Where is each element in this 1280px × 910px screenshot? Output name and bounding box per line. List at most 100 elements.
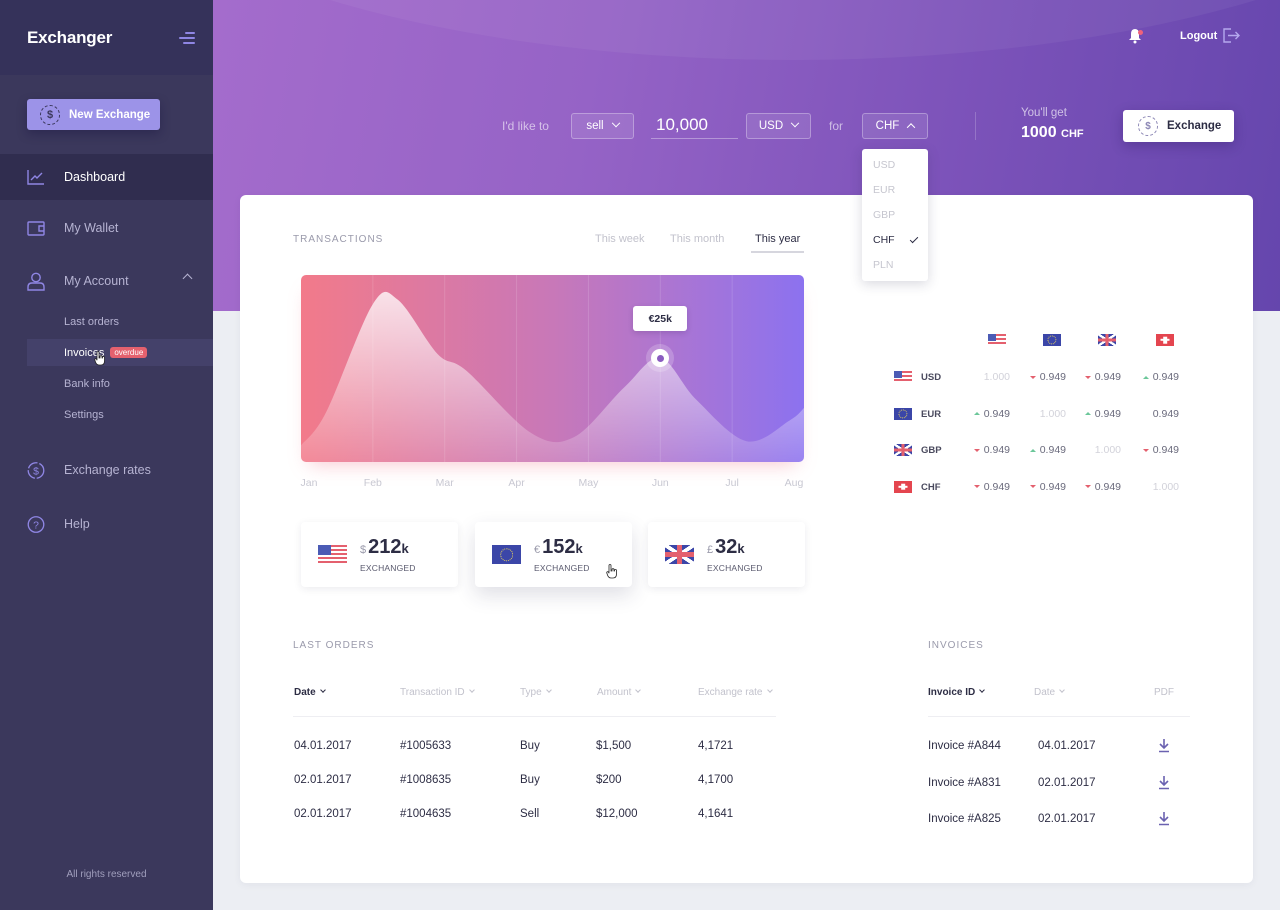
new-exchange-button[interactable]: $ New Exchange	[27, 99, 160, 130]
col-header-date[interactable]: Date	[294, 687, 326, 698]
sidebar-item-help[interactable]: ? Help	[0, 501, 213, 547]
chevron-up-icon	[907, 123, 916, 132]
invoices-title: INVOICES	[928, 640, 984, 651]
arrow-down-icon	[1029, 375, 1036, 379]
gb-flag-icon	[1098, 334, 1116, 346]
sidebar-item-dashboard[interactable]: Dashboard	[0, 154, 213, 200]
rate-cell: 0.949	[1119, 408, 1179, 420]
menu-toggle-icon[interactable]	[179, 31, 195, 45]
invoice-cell: 04.01.2017	[1038, 740, 1096, 752]
notification-bell-icon[interactable]	[1128, 28, 1143, 44]
tab-this-week[interactable]: This week	[595, 233, 645, 251]
arrow-up-icon	[1142, 375, 1149, 379]
order-cell: 04.01.2017	[294, 740, 352, 752]
transactions-title: TRANSACTIONS	[293, 234, 384, 245]
chart-line-icon	[27, 168, 45, 186]
sidebar-item-my-account[interactable]: My Account	[0, 258, 213, 304]
chevron-down-icon	[611, 118, 620, 128]
dropdown-option-usd[interactable]: USD	[862, 152, 928, 177]
x-axis-tick-label: May	[578, 477, 599, 489]
action-select[interactable]: sell	[571, 113, 634, 139]
download-pdf-icon[interactable]	[1158, 775, 1170, 789]
dropdown-option-eur[interactable]: EUR	[862, 177, 928, 202]
you-get-value: 1000 CHF	[1021, 124, 1084, 142]
rate-cell: 0.949	[1006, 371, 1066, 383]
hand-cursor-icon	[94, 351, 106, 369]
chevron-down-icon	[545, 687, 552, 693]
chevron-down-icon	[319, 687, 326, 693]
invoice-cell: Invoice #A825	[928, 813, 1001, 825]
help-circle-icon: ?	[27, 515, 45, 533]
x-axis-tick-label: Aug	[784, 477, 804, 489]
sidebar-item-label: Dashboard	[64, 170, 126, 184]
footer-copyright: All rights reserved	[66, 869, 147, 880]
gb-flag-icon	[665, 545, 694, 564]
to-currency-select[interactable]: CHF	[862, 113, 928, 139]
order-cell: #1008635	[400, 774, 452, 786]
us-flag-icon	[988, 334, 1006, 346]
order-cell: #1004635	[400, 808, 452, 820]
invoice-cell: 02.01.2017	[1038, 813, 1096, 825]
rate-cell: 0.949	[950, 481, 1010, 493]
chf-flag-icon	[894, 480, 912, 493]
logout-icon	[1223, 28, 1241, 43]
col-header-type[interactable]: Type	[520, 687, 552, 698]
stat-label: EXCHANGED	[534, 562, 590, 573]
download-pdf-icon[interactable]	[1158, 738, 1170, 753]
dropdown-option-chf[interactable]: CHF	[862, 227, 928, 252]
col-header-invoice-date[interactable]: Date	[1034, 687, 1065, 698]
x-axis-tick-label: Jan	[300, 477, 318, 489]
sidebar-subitem-last-orders[interactable]: Last orders	[27, 308, 213, 335]
arrow-up-icon	[1029, 448, 1036, 452]
tab-this-year[interactable]: This year	[751, 233, 805, 253]
order-cell: #1005633	[400, 740, 452, 752]
rate-cell: 1.000	[1061, 444, 1121, 456]
dropdown-option-pln[interactable]: PLN	[862, 252, 928, 277]
order-cell: Buy	[520, 740, 540, 752]
logout-button[interactable]: Logout	[1180, 28, 1241, 43]
col-header-transaction-id[interactable]: Transaction ID	[400, 687, 475, 698]
exchange-button[interactable]: $ Exchange	[1123, 110, 1234, 142]
order-cell: 02.01.2017	[294, 774, 352, 786]
rate-cell: 0.949	[1119, 444, 1179, 456]
dollar-cycle-icon: $	[1138, 116, 1158, 136]
checkmark-icon	[909, 234, 919, 244]
download-pdf-icon[interactable]	[1158, 811, 1170, 826]
x-axis-tick-label: Jun	[651, 477, 669, 489]
sidebar-subitem-bank-info[interactable]: Bank info	[27, 370, 213, 397]
chart-svg	[301, 275, 804, 462]
chevron-up-icon[interactable]	[182, 273, 193, 284]
dropdown-option-gbp[interactable]: GBP	[862, 202, 928, 227]
exchange-button-label: Exchange	[1167, 120, 1222, 132]
svg-text:?: ?	[33, 520, 39, 531]
from-currency-select[interactable]: USD	[746, 113, 811, 139]
to-currency-value: CHF	[875, 120, 900, 132]
dollar-cycle-icon: $	[40, 104, 60, 125]
subitem-label: Settings	[64, 408, 104, 421]
sidebar-header: Exchanger	[0, 0, 213, 75]
col-header-exchange-rate[interactable]: Exchange rate	[698, 687, 773, 698]
col-header-amount[interactable]: Amount	[597, 687, 642, 698]
sidebar-subitem-settings[interactable]: Settings	[27, 401, 213, 428]
option-label: CHF	[873, 233, 895, 246]
stat-card-usd[interactable]: $212k EXCHANGED	[301, 522, 458, 587]
rate-cell: 0.949	[1061, 371, 1121, 383]
amount-input[interactable]	[651, 112, 738, 139]
from-currency-value: USD	[758, 120, 784, 132]
wallet-icon	[27, 219, 45, 237]
table-divider	[293, 716, 776, 717]
sidebar-item-label: Help	[64, 517, 90, 531]
last-orders-title: LAST ORDERS	[293, 640, 375, 651]
us-flag-icon	[318, 545, 347, 564]
sidebar-subitem-invoices[interactable]: Invoices overdue	[27, 339, 213, 366]
rate-row-currency: USD	[921, 372, 942, 383]
rate-cell: 0.949	[1061, 481, 1121, 493]
chevron-down-icon	[468, 687, 475, 693]
col-header-invoice-id[interactable]: Invoice ID	[928, 687, 986, 698]
tab-this-month[interactable]: This month	[670, 233, 724, 251]
sidebar-item-exchange-rates[interactable]: $ Exchange rates	[0, 447, 213, 493]
stat-card-gbp[interactable]: £32k EXCHANGED	[648, 522, 805, 587]
sidebar-item-my-wallet[interactable]: My Wallet	[0, 205, 213, 251]
x-axis-tick-label: Feb	[363, 477, 382, 489]
rate-cell: 0.949	[950, 444, 1010, 456]
